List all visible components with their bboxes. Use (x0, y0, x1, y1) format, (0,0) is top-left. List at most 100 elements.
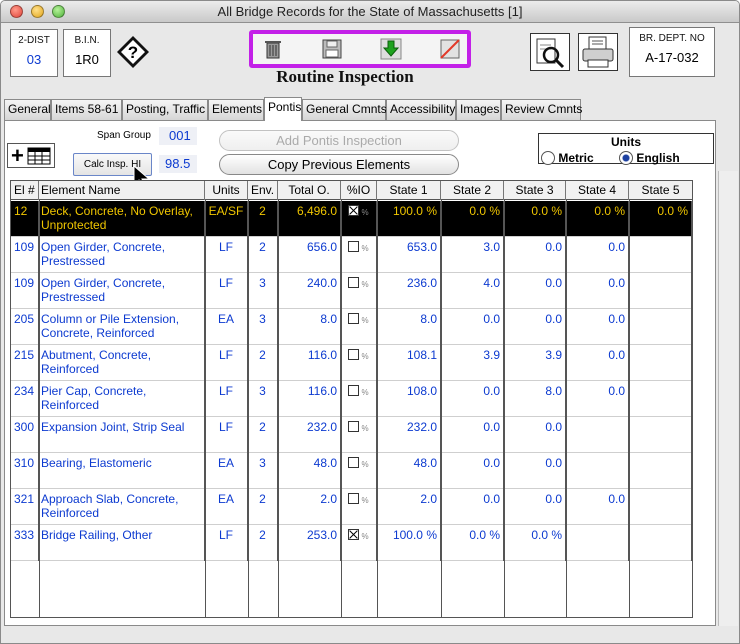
help-question-icon[interactable]: ? (116, 35, 150, 69)
cell-units: LF (205, 417, 248, 453)
checkbox-icon[interactable] (348, 277, 360, 288)
minimize-window-button[interactable] (31, 5, 44, 18)
close-window-button[interactable] (10, 5, 23, 18)
tab-elements[interactable]: Elements (208, 99, 264, 120)
cell-units: LF (205, 525, 248, 561)
printer-icon[interactable] (578, 33, 618, 71)
cell-el: 12 (11, 201, 39, 237)
strike-delete-icon[interactable] (438, 38, 462, 60)
checkbox-icon[interactable] (348, 205, 360, 216)
cell-total: 240.0 (278, 273, 341, 309)
table-row[interactable]: 109 Open Girder, Concrete, Prestressed LF 2… (11, 237, 692, 273)
cell-s2: 0.0 (441, 489, 504, 525)
add-table-icon[interactable]: + (7, 143, 55, 168)
vertical-scrollbar[interactable] (718, 171, 738, 626)
span-group-value[interactable]: 001 (159, 127, 197, 145)
cell-units: LF (205, 345, 248, 381)
table-row[interactable]: 234 Pier Cap, Concrete, Reinforced LF 3 116.… (11, 381, 692, 417)
checkbox-icon[interactable] (348, 385, 360, 396)
magnifier-document-icon[interactable] (530, 33, 570, 71)
cell-total: 48.0 (278, 453, 341, 489)
dist-label: 2-DIST (18, 35, 50, 46)
english-radio-circle[interactable] (619, 151, 633, 165)
pct-io-checkbox[interactable]: % (341, 345, 377, 381)
cell-s3: 0.0 (504, 237, 566, 273)
pct-io-checkbox[interactable]: % (341, 237, 377, 273)
cell-s4: 0.0 (566, 309, 629, 345)
units-english-radio[interactable]: English (619, 151, 680, 165)
tab-accessibility[interactable]: Accessibility (386, 99, 456, 120)
table-row[interactable]: 321 Approach Slab, Concrete, Reinforced EA… (11, 489, 692, 525)
pct-io-checkbox[interactable]: % (341, 201, 377, 237)
pct-io-checkbox[interactable]: % (341, 273, 377, 309)
pontis-panel: + Span Group 001 Calc Insp. HI 98.5 Add … (4, 120, 716, 626)
cell-el: 205 (11, 309, 39, 345)
copy-previous-elements-button[interactable]: Copy Previous Elements (219, 154, 459, 175)
svg-text:+: + (11, 144, 24, 167)
cell-name: Bridge Railing, Other (39, 525, 205, 561)
pct-io-checkbox[interactable]: % (341, 381, 377, 417)
tab-items-58-61[interactable]: Items 58-61 (51, 99, 122, 120)
cell-s4 (566, 417, 629, 453)
tab-posting-traffic[interactable]: Posting, Traffic (122, 99, 208, 120)
bin-value: 1R0 (75, 52, 99, 67)
table-row[interactable]: 205 Column or Pile Extension, Concrete, R… (11, 309, 692, 345)
units-title: Units (611, 135, 641, 149)
cell-s2: 0.0 (441, 453, 504, 489)
cell-s1: 100.0 % (377, 525, 441, 561)
cell-units: LF (205, 273, 248, 309)
table-row[interactable]: 333 Bridge Railing, Other LF 2 253.0% 100.0 %… (11, 525, 692, 561)
save-disk-icon[interactable] (320, 38, 344, 60)
pct-io-checkbox[interactable]: % (341, 453, 377, 489)
english-label: English (636, 151, 680, 165)
trash-icon[interactable] (261, 38, 285, 60)
cell-name: Expansion Joint, Strip Seal (39, 417, 205, 453)
table-row[interactable]: 12 Deck, Concrete, No Overlay, Unprotecte… (11, 201, 692, 237)
table-row[interactable]: 215 Abutment, Concrete, Reinforced LF 2 116.… (11, 345, 692, 381)
table-row[interactable]: 300 Expansion Joint, Strip Seal LF 2 232.0% 2… (11, 417, 692, 453)
calc-insp-hi-value[interactable]: 98.5 (159, 155, 197, 173)
metric-radio-circle[interactable] (541, 151, 555, 165)
pct-io-checkbox[interactable]: % (341, 309, 377, 345)
cell-total: 6,496.0 (278, 201, 341, 237)
cell-s1: 236.0 (377, 273, 441, 309)
pct-io-checkbox[interactable]: % (341, 525, 377, 561)
units-metric-radio[interactable]: Metric (541, 151, 594, 165)
percent-icon: % (361, 280, 369, 289)
checkbox-icon[interactable] (348, 457, 360, 468)
cell-total: 2.0 (278, 489, 341, 525)
checkbox-icon[interactable] (348, 241, 360, 252)
checkbox-icon[interactable] (348, 529, 360, 540)
cell-env: 2 (248, 525, 278, 561)
tab-review-cmnts[interactable]: Review Cmnts (501, 99, 582, 120)
tab-general[interactable]: General (4, 99, 51, 120)
col-el-no: El # (11, 181, 39, 200)
checkbox-icon[interactable] (348, 349, 360, 360)
percent-icon: % (361, 532, 369, 541)
checkbox-icon[interactable] (348, 421, 360, 432)
tab-general-cmnts[interactable]: General Cmnts (302, 99, 387, 120)
percent-icon: % (361, 460, 369, 469)
cell-total: 656.0 (278, 237, 341, 273)
col-units: Units (205, 181, 248, 200)
table-row[interactable]: 109 Open Girder, Concrete, Prestressed LF 3… (11, 273, 692, 309)
pct-io-checkbox[interactable]: % (341, 417, 377, 453)
record-toolbar (249, 30, 471, 68)
br-dept-value: A-17-032 (645, 50, 699, 65)
cell-s1: 108.1 (377, 345, 441, 381)
add-pontis-inspection-button[interactable]: Add Pontis Inspection (219, 130, 459, 151)
br-dept-box: BR. DEPT. NO A-17-032 (629, 27, 715, 77)
table-row[interactable]: 310 Bearing, Elastomeric EA 3 48.0% 48.0 0.0 0.… (11, 453, 692, 489)
checkbox-icon[interactable] (348, 313, 360, 324)
cell-s3: 0.0 (504, 453, 566, 489)
cell-name: Column or Pile Extension, Concrete, Rein… (39, 309, 205, 345)
checkbox-icon[interactable] (348, 493, 360, 504)
tab-pontis[interactable]: Pontis (264, 97, 302, 121)
cell-env: 2 (248, 345, 278, 381)
pct-io-checkbox[interactable]: % (341, 489, 377, 525)
svg-text:?: ? (128, 43, 138, 62)
tab-images[interactable]: Images (456, 99, 501, 120)
zoom-window-button[interactable] (52, 5, 65, 18)
percent-icon: % (361, 244, 369, 253)
green-down-arrow-icon[interactable] (379, 38, 403, 60)
